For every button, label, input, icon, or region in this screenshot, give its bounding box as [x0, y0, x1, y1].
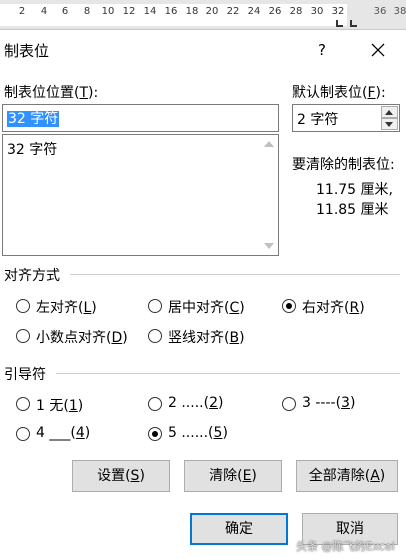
radio-leader-none-label[interactable]: 1 无(1) — [36, 395, 83, 415]
radio-leader-underline-label[interactable]: 4 ___(4) — [36, 425, 90, 441]
dialog-title: 制表位 — [4, 42, 50, 60]
radio-align-center-label[interactable]: 居中对齐(C) — [168, 297, 245, 317]
ruler: 2 4 6 8 10 12 14 16 18 20 22 24 26 28 30… — [0, 0, 406, 30]
ruler-tick: 28 — [289, 6, 303, 17]
tab-stop-position-input[interactable]: 32 字符 — [2, 104, 279, 132]
radio-leader-dashes[interactable] — [282, 397, 296, 411]
ruler-tick: 26 — [268, 6, 282, 17]
ruler-tick: 2 — [18, 6, 26, 17]
ruler-tick: 22 — [226, 6, 240, 17]
default-tab-stop-spinner[interactable]: 2 字符 — [292, 104, 400, 132]
ruler-tick: 32 — [331, 6, 345, 17]
ruler-tick: 4 — [40, 6, 48, 17]
radio-leader-none[interactable] — [16, 397, 30, 411]
radio-align-right-label[interactable]: 右对齐(R) — [302, 297, 365, 317]
ruler-tick: 20 — [205, 6, 219, 17]
radio-align-bar[interactable] — [148, 329, 162, 343]
set-button[interactable]: 设置(S) — [72, 460, 170, 492]
radio-align-center[interactable] — [148, 299, 162, 313]
radio-leader-dashes-label[interactable]: 3 ----(3) — [302, 395, 355, 411]
radio-align-decimal[interactable] — [16, 329, 30, 343]
ruler-tick: 24 — [247, 6, 261, 17]
radio-leader-middle-dots[interactable] — [148, 427, 162, 441]
ruler-tick: 36 — [373, 6, 387, 17]
divider — [70, 274, 400, 275]
clear-all-button[interactable]: 全部清除(A) — [296, 460, 398, 492]
ruler-tick: 8 — [83, 6, 91, 17]
default-tab-stop-value[interactable]: 2 字符 — [297, 109, 338, 129]
radio-leader-underline[interactable] — [16, 427, 30, 441]
ruler-tick: 18 — [185, 6, 199, 17]
tab-stop-list[interactable]: 32 字符 — [2, 134, 279, 256]
scroll-down-icon[interactable] — [264, 243, 274, 249]
ruler-tick: 30 — [310, 6, 324, 17]
close-icon — [371, 43, 385, 57]
clear-stop-value: 11.85 厘米 — [316, 202, 389, 218]
radio-leader-dots-label[interactable]: 2 .....(2) — [168, 395, 223, 411]
ruler-tick: 38 — [393, 6, 406, 17]
radio-align-decimal-label[interactable]: 小数点对齐(D) — [36, 327, 128, 347]
leader-heading: 引导符 — [4, 367, 46, 383]
clear-button[interactable]: 清除(E) — [184, 460, 282, 492]
tab-stop-marker-icon[interactable] — [336, 20, 343, 27]
list-item[interactable]: 32 字符 — [7, 139, 57, 159]
radio-align-right[interactable] — [282, 299, 296, 313]
tab-stop-position-label: 制表位位置(T): — [4, 85, 99, 101]
help-button[interactable]: ? — [310, 38, 334, 62]
radio-align-left-label[interactable]: 左对齐(L) — [36, 297, 97, 317]
scroll-up-icon[interactable] — [264, 141, 274, 147]
ruler-tick: 10 — [101, 6, 115, 17]
ruler-tick: 6 — [61, 6, 69, 17]
divider — [56, 373, 400, 374]
radio-leader-dots[interactable] — [148, 397, 162, 411]
radio-leader-middle-dots-label[interactable]: 5 ......(5) — [168, 425, 228, 441]
arrow-down-icon — [385, 122, 393, 127]
radio-align-bar-label[interactable]: 竖线对齐(B) — [168, 327, 245, 347]
tab-stop-marker-icon[interactable] — [350, 20, 357, 27]
clear-stops-label: 要清除的制表位: — [292, 157, 395, 173]
list-scrollbar[interactable] — [261, 135, 278, 255]
close-button[interactable] — [364, 38, 392, 62]
alignment-heading: 对齐方式 — [4, 268, 60, 284]
clear-stop-value: 11.75 厘米, — [316, 182, 393, 198]
ok-button[interactable]: 确定 — [190, 513, 288, 545]
ruler-tick: 14 — [143, 6, 157, 17]
spin-up-button[interactable] — [381, 106, 398, 118]
ruler-tick: 16 — [164, 6, 178, 17]
ruler-tick: 12 — [122, 6, 136, 17]
default-tab-stop-label: 默认制表位(F): — [292, 85, 386, 101]
spin-down-button[interactable] — [381, 118, 398, 130]
radio-align-left[interactable] — [16, 299, 30, 313]
watermark: 头条 @陈飞的Excel — [296, 540, 395, 553]
arrow-up-icon — [385, 110, 393, 115]
